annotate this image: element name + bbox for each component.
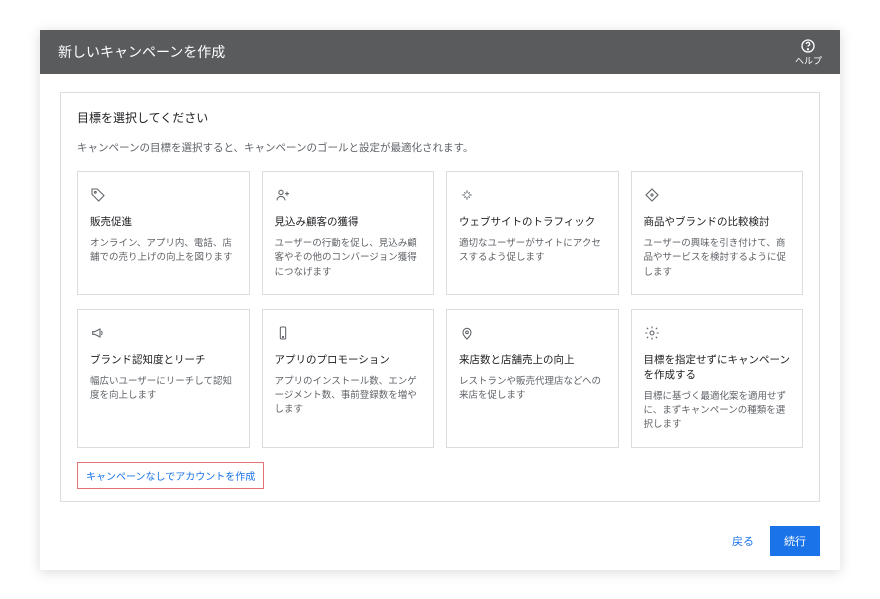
location-icon bbox=[459, 324, 606, 342]
megaphone-icon bbox=[90, 324, 237, 342]
card-desc: 目標に基づく最適化案を適用せずに、まずキャンペーンの種類を選択します bbox=[644, 390, 791, 433]
back-button[interactable]: 戻る bbox=[732, 533, 754, 549]
card-desc: 幅広いユーザーにリーチして認知度を向上します bbox=[90, 375, 237, 404]
goal-card-nogoal[interactable]: 目標を指定せずにキャンペーンを作成する 目標に基づく最適化案を適用せずに、まずキ… bbox=[631, 309, 804, 448]
app-icon bbox=[275, 324, 422, 342]
goal-card-leads[interactable]: 見込み顧客の獲得 ユーザーの行動を促し、見込み顧客やその他のコンバージョン獲得に… bbox=[262, 171, 435, 295]
create-account-without-campaign-link[interactable]: キャンペーンなしでアカウントを作成 bbox=[77, 462, 264, 489]
goal-panel: 目標を選択してください キャンペーンの目標を選択すると、キャンペーンのゴールと設… bbox=[60, 92, 820, 502]
card-title: 目標を指定せずにキャンペーンを作成する bbox=[644, 352, 791, 382]
plus-diamond-icon bbox=[644, 186, 791, 204]
goal-card-consideration[interactable]: 商品やブランドの比較検討 ユーザーの興味を引き付けて、商品やサービスを検討するよ… bbox=[631, 171, 804, 295]
card-desc: オンライン、アプリ内、電話、店舗での売り上げの向上を図ります bbox=[90, 237, 237, 266]
card-desc: ユーザーの興味を引き付けて、商品やサービスを検討するように促します bbox=[644, 237, 791, 280]
person-add-icon bbox=[275, 186, 422, 204]
card-title: 商品やブランドの比較検討 bbox=[644, 214, 791, 229]
card-title: アプリのプロモーション bbox=[275, 352, 422, 367]
card-title: 見込み顧客の獲得 bbox=[275, 214, 422, 229]
help-button[interactable]: ヘルプ bbox=[795, 38, 822, 66]
goal-card-sales[interactable]: 販売促進 オンライン、アプリ内、電話、店舗での売り上げの向上を図ります bbox=[77, 171, 250, 295]
goal-card-app[interactable]: アプリのプロモーション アプリのインストール数、エンゲージメント数、事前登録数を… bbox=[262, 309, 435, 448]
panel-subtitle: キャンペーンの目標を選択すると、キャンペーンのゴールと設定が最適化されます。 bbox=[77, 140, 803, 155]
tag-icon bbox=[90, 186, 237, 204]
continue-button[interactable]: 続行 bbox=[770, 526, 820, 556]
goal-card-store[interactable]: 来店数と店舗売上の向上 レストランや販売代理店などへの来店を促します bbox=[446, 309, 619, 448]
card-title: 販売促進 bbox=[90, 214, 237, 229]
goal-card-traffic[interactable]: ウェブサイトのトラフィック 適切なユーザーがサイトにアクセスするよう促します bbox=[446, 171, 619, 295]
gear-icon bbox=[644, 324, 791, 342]
page-header: 新しいキャンペーンを作成 ヘルプ bbox=[40, 30, 840, 74]
sparkle-icon bbox=[459, 186, 606, 204]
page-title: 新しいキャンペーンを作成 bbox=[58, 42, 225, 62]
panel-title: 目標を選択してください bbox=[77, 109, 803, 126]
card-title: ウェブサイトのトラフィック bbox=[459, 214, 606, 229]
card-desc: ユーザーの行動を促し、見込み顧客やその他のコンバージョン獲得につなげます bbox=[275, 237, 422, 280]
help-icon bbox=[800, 38, 816, 57]
goal-card-brand[interactable]: ブランド認知度とリーチ 幅広いユーザーにリーチして認知度を向上します bbox=[77, 309, 250, 448]
help-label: ヘルプ bbox=[795, 57, 822, 66]
card-title: ブランド認知度とリーチ bbox=[90, 352, 237, 367]
footer: 戻る 続行 bbox=[40, 516, 840, 570]
card-desc: 適切なユーザーがサイトにアクセスするよう促します bbox=[459, 237, 606, 266]
card-title: 来店数と店舗売上の向上 bbox=[459, 352, 606, 367]
card-desc: レストランや販売代理店などへの来店を促します bbox=[459, 375, 606, 404]
card-desc: アプリのインストール数、エンゲージメント数、事前登録数を増やします bbox=[275, 375, 422, 418]
